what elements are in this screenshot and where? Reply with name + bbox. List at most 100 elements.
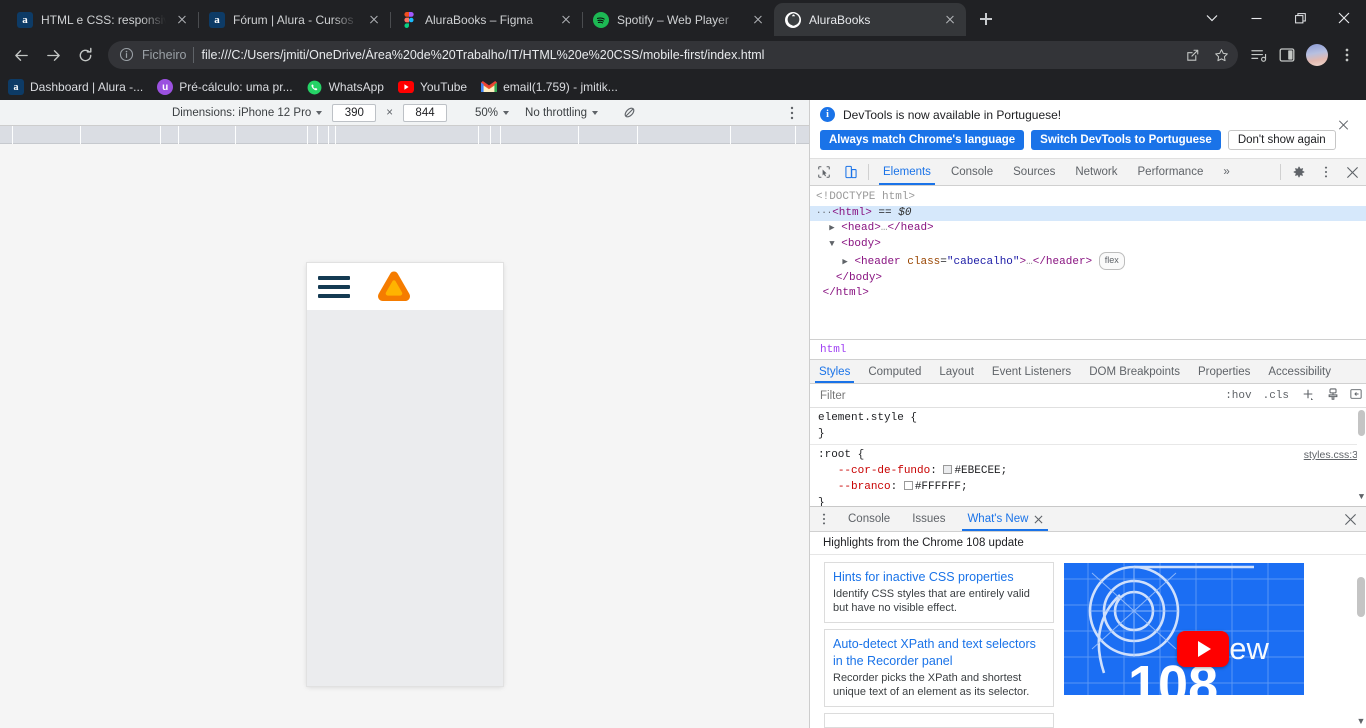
forward-button[interactable] — [38, 40, 68, 70]
scroll-down-arrow[interactable]: ▼ — [1356, 716, 1366, 726]
close-icon[interactable] — [1322, 2, 1366, 34]
dom-node-header[interactable]: ▶ <header class="cabecalho">…</header> f… — [816, 252, 1366, 271]
tab-properties[interactable]: Properties — [1189, 360, 1259, 383]
tab-performance[interactable]: Performance — [1128, 159, 1214, 185]
switch-to-portuguese-button[interactable]: Switch DevTools to Portuguese — [1031, 130, 1221, 150]
address-bar[interactable]: Ficheiro file:///C:/Users/jmiti/OneDrive… — [108, 41, 1238, 69]
kebab-menu-icon[interactable] — [810, 507, 837, 531]
tab-elements[interactable]: Elements — [873, 159, 941, 185]
youtube-play-icon[interactable] — [1177, 631, 1229, 667]
tab-overflow[interactable]: » — [1213, 159, 1239, 185]
tab-layout[interactable]: Layout — [930, 360, 983, 383]
side-panel-icon[interactable] — [1274, 42, 1300, 68]
tab-computed[interactable]: Computed — [859, 360, 930, 383]
restore-icon[interactable] — [1278, 2, 1322, 34]
card-title[interactable]: Hints for inactive CSS properties — [833, 569, 1045, 586]
close-icon[interactable] — [1034, 515, 1043, 524]
browser-tab-2[interactable]: AluraBooks – Figma — [390, 3, 583, 36]
dom-node-body-open[interactable]: ▼ <body> — [816, 237, 1366, 253]
minimize-icon[interactable] — [1234, 2, 1278, 34]
browser-tab-0[interactable]: a HTML e CSS: responsividade — [6, 3, 199, 36]
whats-new-card-partial[interactable] — [824, 713, 1054, 728]
dimensions-dropdown[interactable]: Dimensions: iPhone 12 Pro — [172, 107, 323, 119]
back-button[interactable] — [6, 40, 36, 70]
dom-node-head[interactable]: ▶ <head>…</head> — [816, 221, 1366, 237]
color-swatch[interactable] — [903, 481, 913, 490]
chrome-menu-icon[interactable] — [1334, 42, 1360, 68]
bookmark-item[interactable]: email(1.759) - jmitik... — [481, 79, 618, 95]
profile-avatar[interactable] — [1306, 44, 1328, 66]
drawer-close-icon[interactable] — [1344, 507, 1366, 531]
no-network-icon[interactable] — [622, 105, 637, 120]
info-icon[interactable] — [119, 47, 135, 63]
dom-tree[interactable]: <!DOCTYPE html> ···<html> == $0 ▶ <head>… — [810, 186, 1366, 339]
whats-new-body[interactable]: Hints for inactive CSS properties Identi… — [810, 555, 1366, 728]
device-viewport[interactable] — [307, 263, 503, 686]
whats-new-card[interactable]: Auto-detect XPath and text selectors in … — [824, 629, 1054, 707]
tab-sources[interactable]: Sources — [1003, 159, 1065, 185]
close-icon[interactable] — [750, 12, 766, 28]
hamburger-menu-icon[interactable] — [318, 275, 350, 298]
css-rule-root[interactable]: styles.css:3 :root { --cor-de-fundo: #EB… — [810, 445, 1366, 506]
styles-scrollbar[interactable]: ▼ — [1357, 408, 1366, 506]
new-tab-button[interactable] — [972, 5, 1000, 33]
filter-input[interactable]: Filter — [820, 390, 1216, 402]
kebab-menu-icon[interactable] — [785, 105, 799, 124]
bookmark-item[interactable]: u Pré-cálculo: uma pr... — [157, 79, 293, 95]
browser-tab-1[interactable]: a Fórum | Alura - Cursos online — [198, 3, 391, 36]
height-input[interactable]: 844 — [403, 103, 448, 122]
breadcrumb-item-html[interactable]: html — [820, 344, 846, 356]
tab-dom-breakpoints[interactable]: DOM Breakpoints — [1080, 360, 1189, 383]
tab-search-icon[interactable] — [1190, 2, 1234, 34]
tab-network[interactable]: Network — [1065, 159, 1127, 185]
element-classes-icon[interactable] — [1325, 387, 1341, 404]
close-icon[interactable] — [366, 12, 382, 28]
hov-toggle[interactable]: :hov — [1225, 390, 1253, 402]
close-icon[interactable] — [558, 12, 574, 28]
tab-styles[interactable]: Styles — [810, 360, 859, 383]
dom-node-html[interactable]: ···<html> == $0 — [810, 205, 1366, 221]
cls-toggle[interactable]: .cls — [1263, 390, 1291, 402]
drawer-tab-console[interactable]: Console — [837, 507, 901, 531]
close-icon[interactable] — [942, 12, 958, 28]
bookmark-item[interactable]: WhatsApp — [307, 79, 384, 95]
tab-console[interactable]: Console — [941, 159, 1003, 185]
browser-tab-4[interactable]: AluraBooks — [774, 3, 966, 36]
close-icon[interactable] — [1343, 118, 1357, 132]
whats-new-card[interactable]: Hints for inactive CSS properties Identi… — [824, 562, 1054, 623]
chrome-108-video-thumbnail[interactable]: new 108 — [1064, 563, 1304, 695]
css-rule-element-style[interactable]: element.style { } — [810, 408, 1366, 445]
share-icon[interactable] — [1181, 44, 1203, 66]
bookmark-item[interactable]: a Dashboard | Alura -... — [8, 79, 143, 95]
zoom-dropdown[interactable]: 50% — [475, 107, 510, 119]
tab-accessibility[interactable]: Accessibility — [1259, 360, 1340, 383]
close-icon[interactable] — [174, 12, 190, 28]
media-playlist-icon[interactable] — [1246, 42, 1272, 68]
tab-event-listeners[interactable]: Event Listeners — [983, 360, 1080, 383]
inspect-element-icon[interactable] — [810, 159, 837, 185]
css-declaration[interactable]: --branco: #FFFFFF; — [818, 479, 1358, 495]
plus-icon[interactable] — [1300, 388, 1316, 403]
css-declaration[interactable]: --cor-de-fundo: #EBECEE; — [818, 463, 1358, 479]
dont-show-again-button[interactable]: Don't show again — [1227, 130, 1336, 150]
throttling-dropdown[interactable]: No throttling — [525, 107, 599, 119]
styles-rules-area[interactable]: element.style { } styles.css:3 :root { -… — [810, 408, 1366, 506]
always-match-language-button[interactable]: Always match Chrome's language — [820, 130, 1025, 150]
gear-icon[interactable] — [1285, 159, 1312, 185]
toggle-device-toolbar-icon[interactable] — [837, 159, 864, 185]
flex-badge[interactable]: flex — [1098, 252, 1125, 270]
scroll-down-arrow[interactable]: ▼ — [1357, 489, 1366, 505]
star-icon[interactable] — [1210, 44, 1232, 66]
width-input[interactable]: 390 — [332, 103, 377, 122]
bookmark-item[interactable]: YouTube — [397, 79, 467, 95]
kebab-menu-icon[interactable] — [1312, 159, 1339, 185]
drawer-tab-issues[interactable]: Issues — [901, 507, 956, 531]
drawer-scrollbar[interactable]: ▼ — [1356, 555, 1366, 728]
browser-tab-3[interactable]: Spotify – Web Player — [582, 3, 775, 36]
reload-button[interactable] — [70, 40, 100, 70]
card-title[interactable]: Auto-detect XPath and text selectors in … — [833, 636, 1045, 670]
close-icon[interactable] — [1339, 159, 1366, 185]
drawer-tab-whats-new[interactable]: What's New — [956, 507, 1054, 531]
css-source-link[interactable]: styles.css:3 — [1304, 447, 1358, 463]
color-swatch[interactable] — [943, 465, 953, 474]
